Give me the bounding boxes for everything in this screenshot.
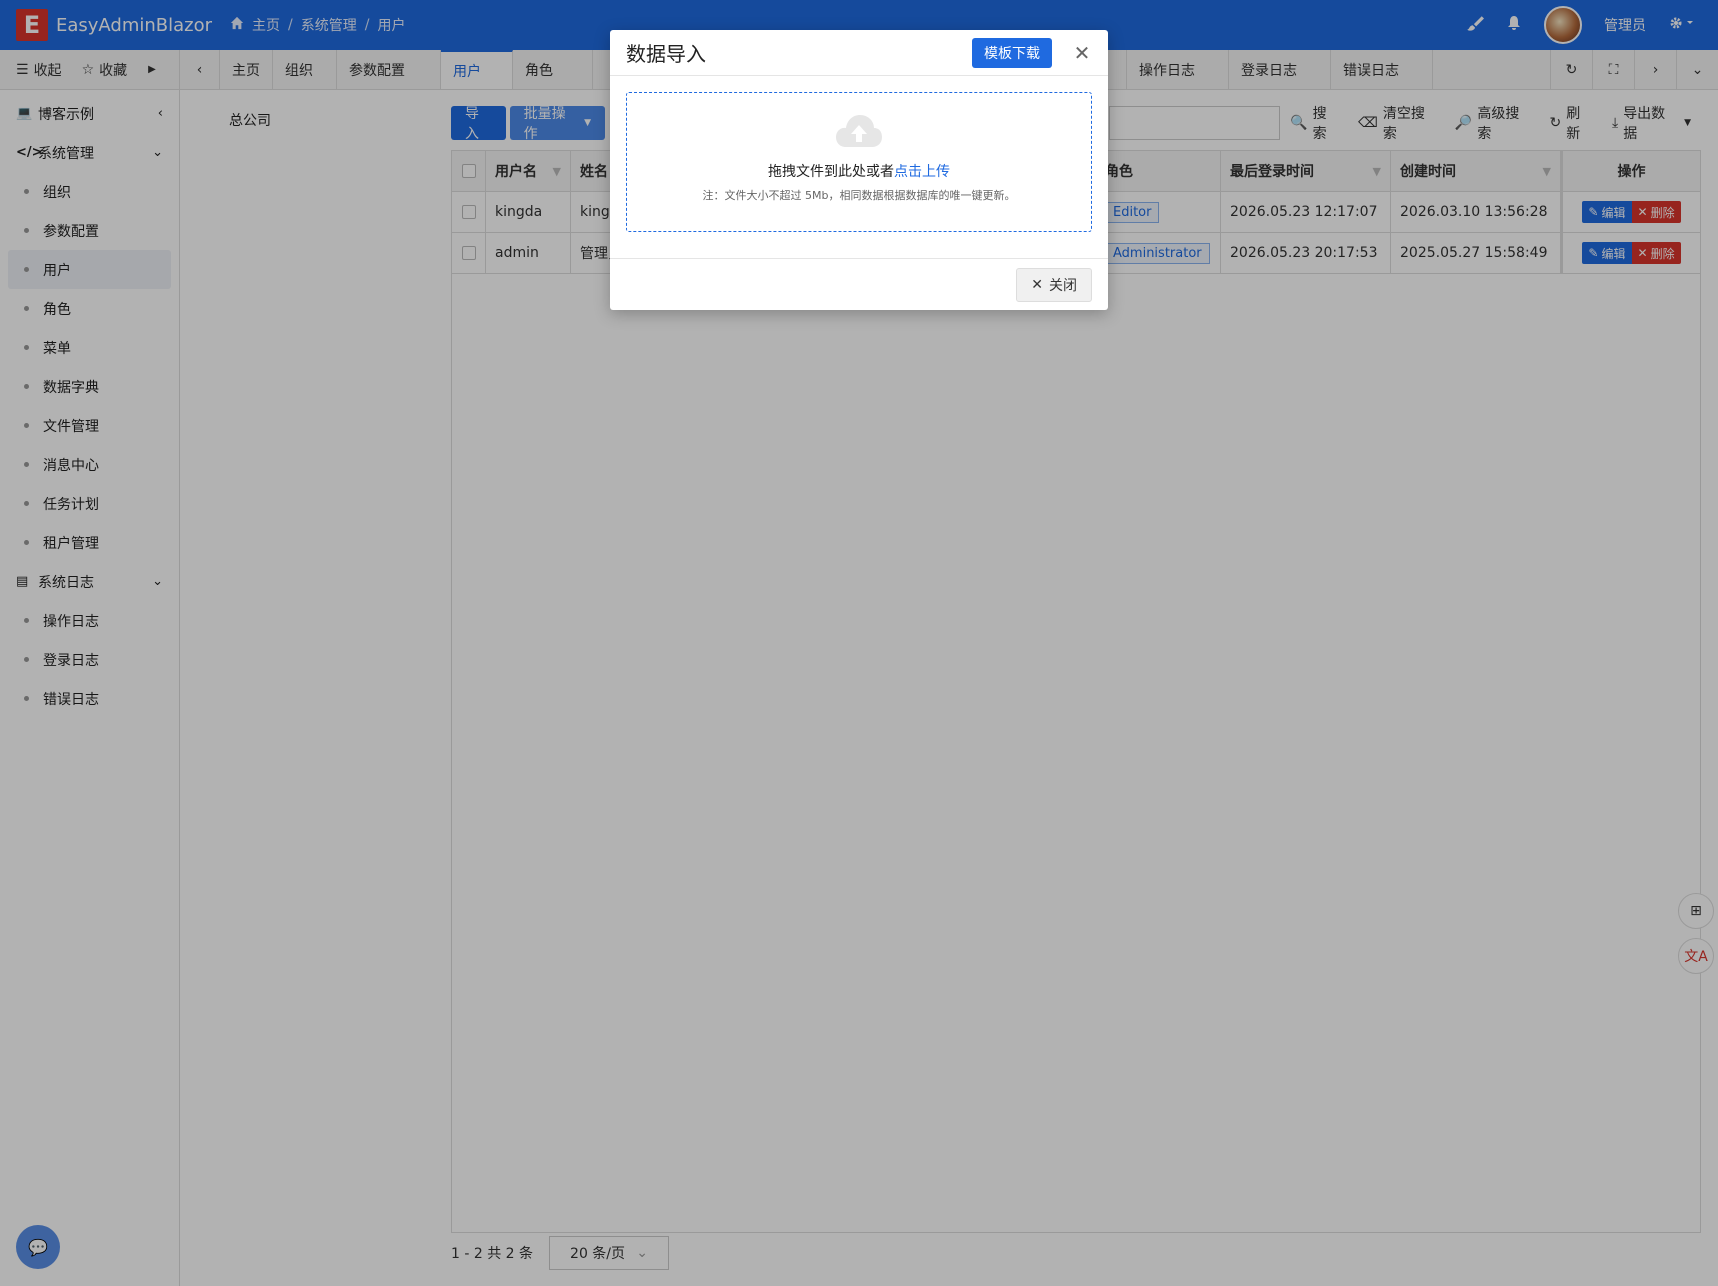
file-dropzone[interactable]: 拖拽文件到此处或者点击上传 注：文件大小不超过 5Mb，相同数据根据数据库的唯一… xyxy=(626,92,1092,232)
close-icon: ✕ xyxy=(1031,276,1043,293)
upload-note: 注：文件大小不超过 5Mb，相同数据根据数据库的唯一键更新。 xyxy=(702,189,1016,202)
dialog-footer: ✕ 关闭 xyxy=(610,258,1108,310)
import-dialog: 数据导入 模板下载 ✕ 拖拽文件到此处或者点击上传 注：文件大小不超过 5Mb，… xyxy=(610,30,1108,310)
drop-text: 拖拽文件到此处或者 xyxy=(768,164,894,180)
dialog-header: 数据导入 模板下载 ✕ xyxy=(610,30,1108,76)
upload-link[interactable]: 点击上传 xyxy=(894,164,950,180)
close-label: 关闭 xyxy=(1049,277,1077,294)
template-download-button[interactable]: 模板下载 xyxy=(972,37,1052,68)
dialog-close-icon[interactable]: ✕ xyxy=(1072,41,1092,65)
drop-instruction: 拖拽文件到此处或者点击上传 xyxy=(768,161,950,181)
close-button[interactable]: ✕ 关闭 xyxy=(1016,267,1092,302)
cloud-upload-icon xyxy=(836,115,882,147)
dialog-title: 数据导入 xyxy=(626,42,706,66)
